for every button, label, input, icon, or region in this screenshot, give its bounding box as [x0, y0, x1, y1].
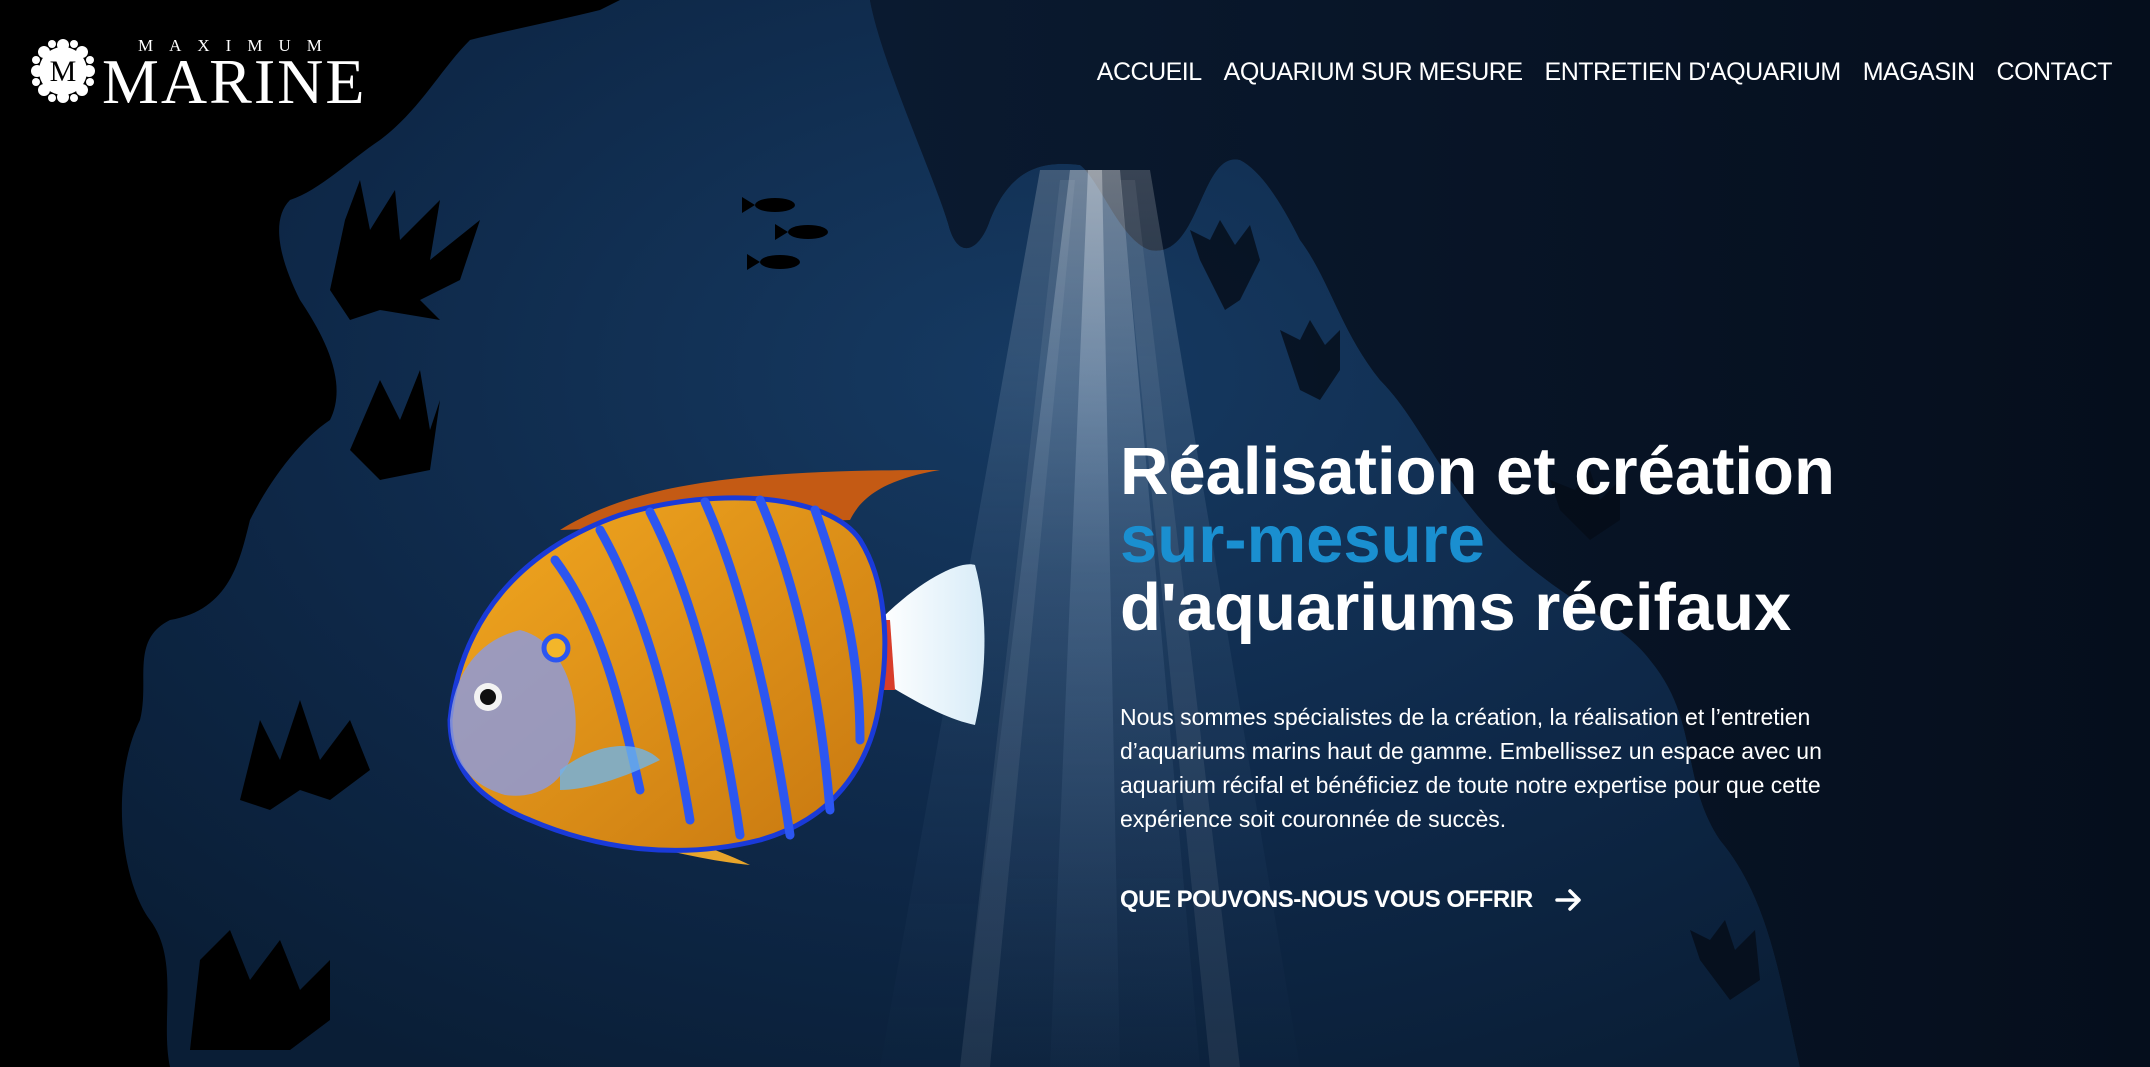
emblem-letter: M [50, 55, 77, 88]
brand-name: MARINE [102, 46, 367, 117]
arrow-right-icon [1554, 889, 1581, 911]
nav-item-magasin[interactable]: MAGASIN [1863, 58, 1975, 87]
hero-headline: Réalisation et création sur-mesure d'aqu… [1120, 438, 2020, 642]
coral-emblem-icon: M [31, 39, 95, 103]
cta-link[interactable]: QUE POUVONS-NOUS VOUS OFFRIR [1120, 884, 1585, 916]
headline-accent: sur-mesure [1120, 502, 1485, 577]
nav-item-accueil[interactable]: ACCUEIL [1097, 58, 1202, 87]
headline-line-1: Réalisation et création [1120, 434, 1835, 509]
nav-item-entretien-aquarium[interactable]: ENTRETIEN D'AQUARIUM [1545, 58, 1842, 87]
nav-item-contact[interactable]: CONTACT [1997, 58, 2113, 87]
nav-item-aquarium-sur-mesure[interactable]: AQUARIUM SUR MESURE [1224, 58, 1523, 87]
hero-description: Nous sommes spécialistes de la création,… [1120, 704, 1822, 832]
cta-label: QUE POUVONS-NOUS VOUS OFFRIR [1120, 886, 1533, 913]
main-nav: ACCUEIL AQUARIUM SUR MESURE ENTRETIEN D'… [1097, 58, 2113, 87]
brand-logo[interactable]: M MAXIMUM MARINE [30, 30, 364, 117]
headline-line-3: d'aquariums récifaux [1120, 570, 1792, 645]
